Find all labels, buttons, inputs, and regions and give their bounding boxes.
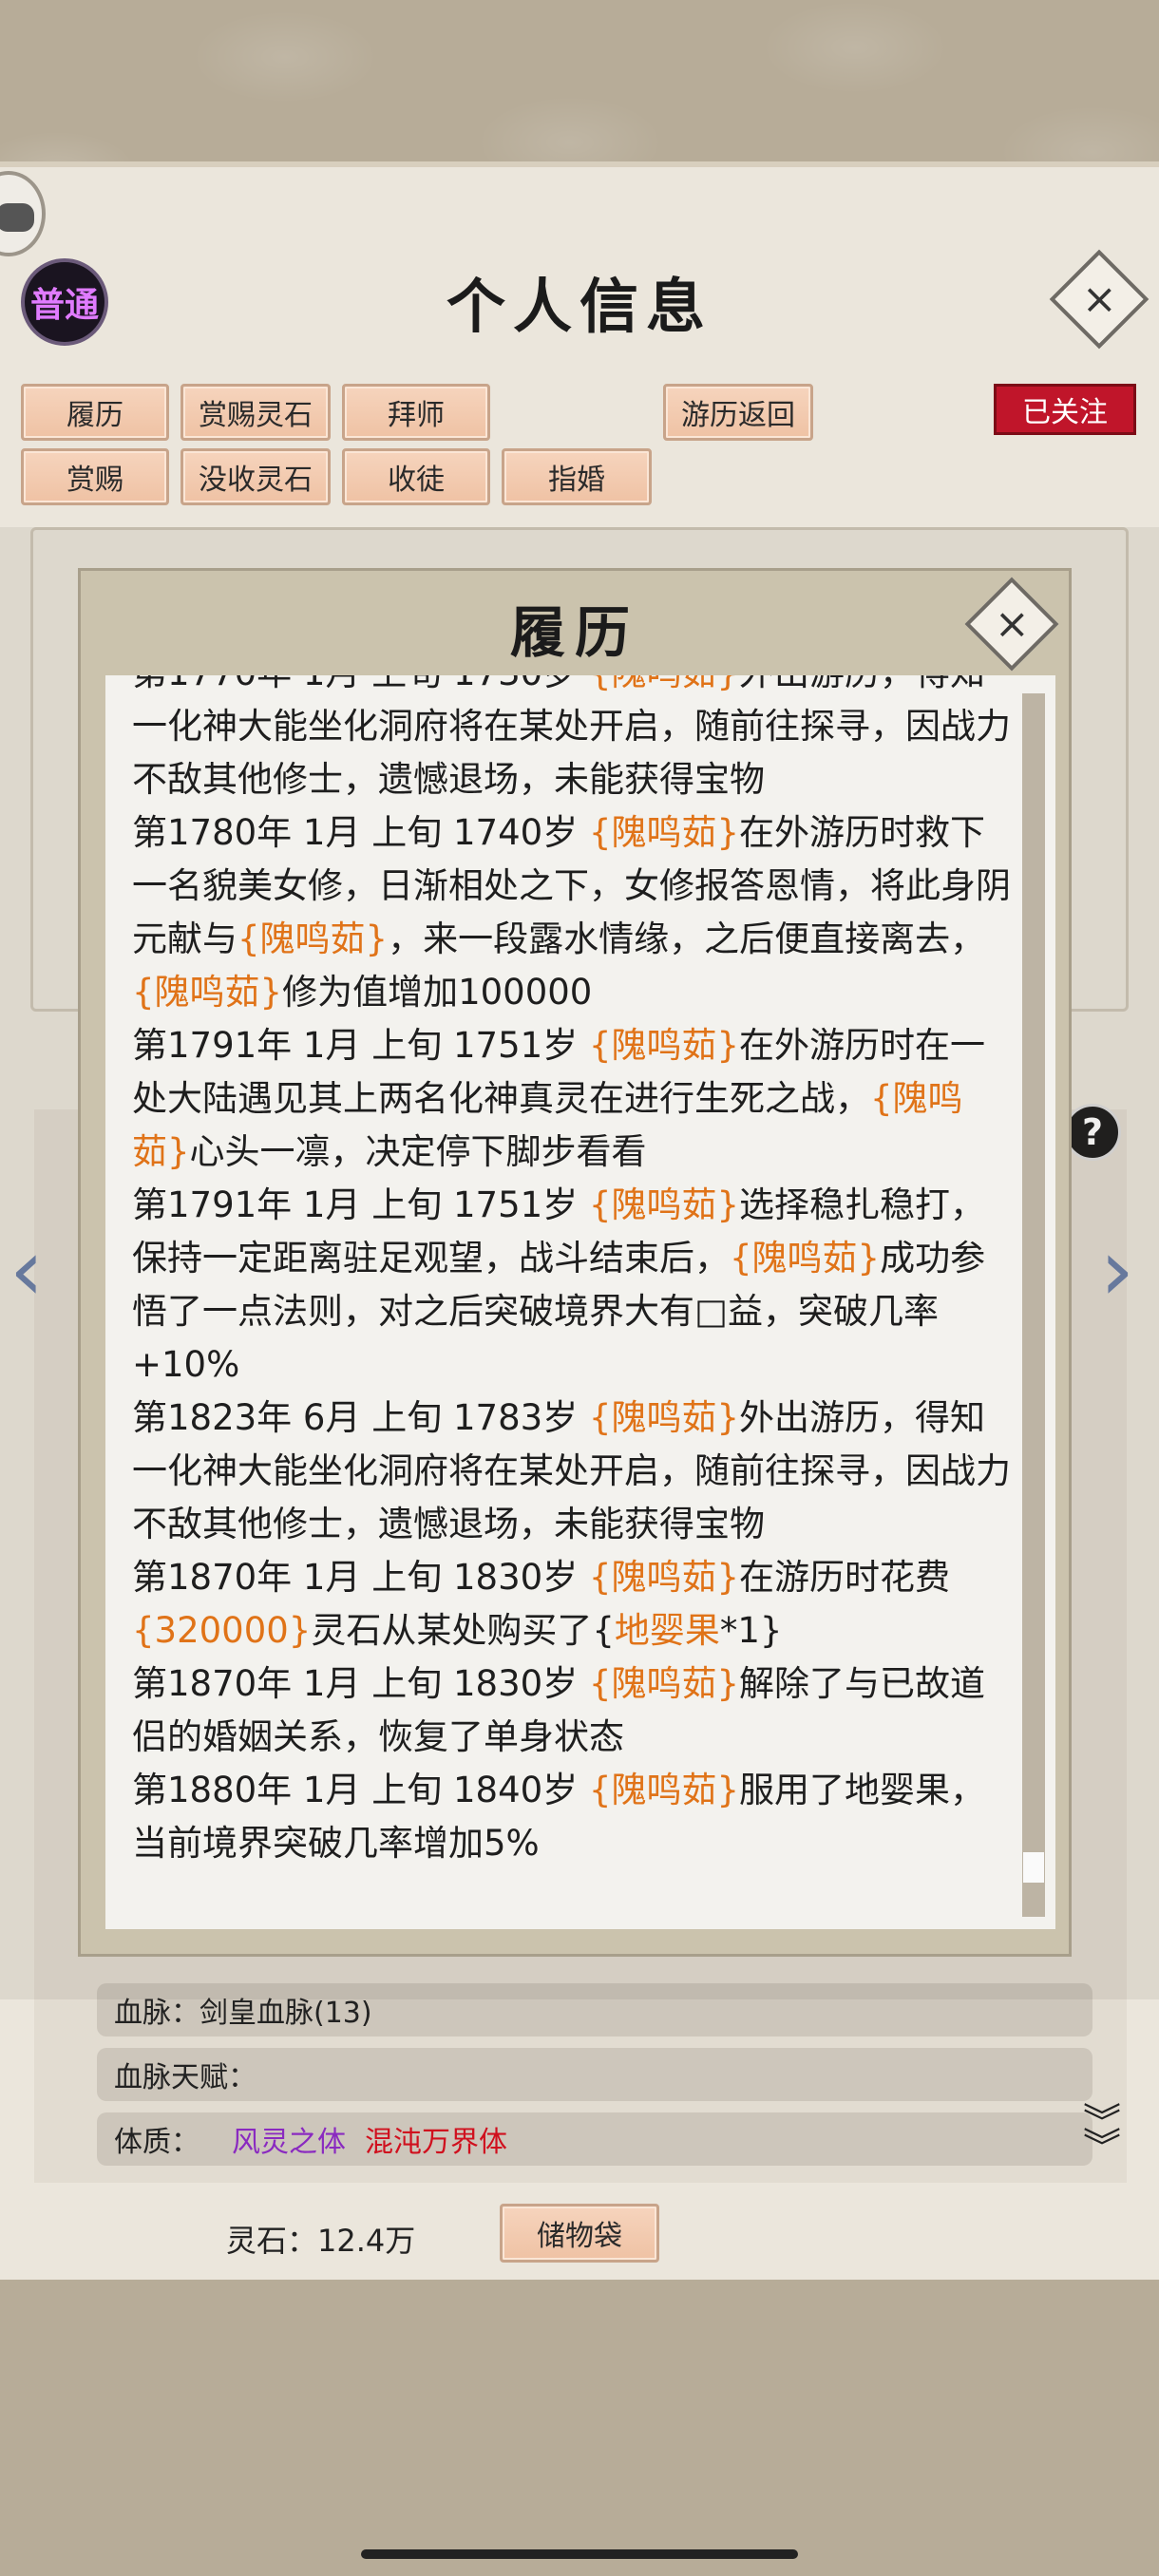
take-master-button[interactable]: 拜师 (342, 384, 490, 441)
resume-button[interactable]: 履历 (21, 384, 169, 441)
home-indicator[interactable] (361, 2549, 798, 2559)
resume-entry: 第1823年 6月 上旬 1783岁 {隗鸣茹}外出游历，得知一化神大能坐化洞府… (132, 1392, 1016, 1551)
modal-title: 履历 (509, 600, 639, 665)
highlight-text: {隗鸣茹} (588, 1397, 740, 1438)
entry-text: 第1770年 1月 上旬 1730岁 (132, 675, 589, 693)
modal-close-icon: × (994, 599, 1030, 648)
highlight-text: {隗鸣茹} (238, 919, 389, 959)
highlight-text: {隗鸣茹} (132, 972, 283, 1013)
entry-text: 第1870年 1月 上旬 1830岁 (132, 1557, 589, 1598)
scrollbar-thumb[interactable] (1023, 1852, 1044, 1883)
highlight-text: {隗鸣茹} (588, 1663, 740, 1704)
highlight-text: {隗鸣茹} (588, 812, 740, 853)
resume-entry: 第1791年 1月 上旬 1751岁 {隗鸣茹}在外游历时在一处大陆遇见其上两名… (132, 1019, 1016, 1179)
entry-text: 在游历时花费 (739, 1557, 951, 1598)
entry-text: 修为值增加100000 (282, 972, 593, 1013)
page-title: 个人信息 (446, 272, 712, 341)
resume-entry: 第1870年 1月 上旬 1830岁 {隗鸣茹}解除了与已故道侣的婚姻关系，恢复… (132, 1657, 1016, 1764)
bottom-decor (0, 2280, 1159, 2576)
highlight-text: {隗鸣茹} (588, 1184, 740, 1225)
resume-log: 第1770年 1月 上旬 1730岁 {隗鸣茹}外出游历，得知一化神大能坐化洞府… (132, 675, 1016, 1870)
physique-row: 体质： 风灵之体 混沌万界体 (97, 2112, 1092, 2166)
resume-modal: 履历 第1770年 1月 上旬 1730岁 {隗鸣茹}外出游历，得知一化神大能坐… (78, 568, 1072, 1957)
resume-entry: 第1780年 1月 上旬 1740岁 {隗鸣茹}在外游历时救下一名貌美女修，日渐… (132, 806, 1016, 1019)
reward-button[interactable]: 赏赐 (21, 448, 169, 505)
bloodline-talent-text: 血脉天赋： (114, 2061, 256, 2094)
spirit-stone-count: 灵石：12.4万 (226, 2223, 416, 2259)
entry-text: ，来一段露水情缘，之后便直接离去， (388, 919, 986, 959)
entry-text: 第1791年 1月 上旬 1751岁 (132, 1184, 589, 1225)
resume-log-scroll[interactable]: 第1770年 1月 上旬 1730岁 {隗鸣茹}外出游历，得知一化神大能坐化洞府… (105, 675, 1055, 1929)
highlight-text: 地婴果 (614, 1610, 720, 1651)
arrange-marriage-button[interactable]: 指婚 (502, 448, 652, 505)
highlight-text: {隗鸣茹} (588, 1770, 740, 1810)
bloodline-talent-row: 血脉天赋： (97, 2048, 1092, 2101)
resume-entry: 第1791年 1月 上旬 1751岁 {隗鸣茹}选择稳扎稳打，保持一定距离驻足观… (132, 1179, 1016, 1392)
travel-return-button[interactable]: 游历返回 (663, 384, 813, 441)
entry-text: 灵石从某处购买了{ (311, 1610, 615, 1651)
entry-text: 第1870年 1月 上旬 1830岁 (132, 1663, 589, 1704)
entry-text: 第1791年 1月 上旬 1751岁 (132, 1025, 589, 1066)
take-disciple-button[interactable]: 收徒 (342, 448, 490, 505)
physique-value-2: 混沌万界体 (365, 2126, 507, 2159)
follow-badge-button[interactable]: 已关注 (994, 384, 1136, 435)
highlight-text: {隗鸣茹} (588, 1025, 740, 1066)
entry-text: 第1823年 6月 上旬 1783岁 (132, 1397, 589, 1438)
entry-text: 心头一凛，决定停下脚步看看 (189, 1131, 647, 1172)
highlight-text: {320000} (132, 1610, 312, 1651)
entry-text: 外出游历，得知一化神大能坐化洞府将在某处开启，随前往探寻，因战力不敌其他修士，遗… (132, 675, 1011, 800)
resume-entry: 第1770年 1月 上旬 1730岁 {隗鸣茹}外出游历，得知一化神大能坐化洞府… (132, 675, 1016, 806)
scrollbar-track[interactable] (1022, 693, 1045, 1917)
entry-text: *1} (719, 1610, 783, 1651)
highlight-text: {隗鸣茹} (730, 1238, 881, 1279)
confiscate-stones-button[interactable]: 没收灵石 (180, 448, 331, 505)
reward-stones-button[interactable]: 赏赐灵石 (180, 384, 331, 441)
physique-label: 体质： (114, 2126, 200, 2159)
resume-entry: 第1870年 1月 上旬 1830岁 {隗鸣茹}在游历时花费 {320000}灵石… (132, 1551, 1016, 1657)
entry-text: 第1880年 1月 上旬 1840岁 (132, 1770, 589, 1810)
physique-value-1: 风灵之体 (232, 2126, 346, 2159)
highlight-text: {隗鸣茹} (589, 675, 739, 693)
close-icon: × (1081, 275, 1117, 323)
resume-entry: 第1880年 1月 上旬 1840岁 {隗鸣茹}服用了地婴果，当前境界突破几率增… (132, 1764, 1016, 1870)
highlight-text: {隗鸣茹} (588, 1557, 740, 1598)
entry-text: 第1780年 1月 上旬 1740岁 (132, 812, 589, 853)
expand-chevron-icon[interactable]: ︾ ︾ (1083, 2104, 1121, 2167)
storage-bag-button[interactable]: 储物袋 (500, 2204, 659, 2263)
